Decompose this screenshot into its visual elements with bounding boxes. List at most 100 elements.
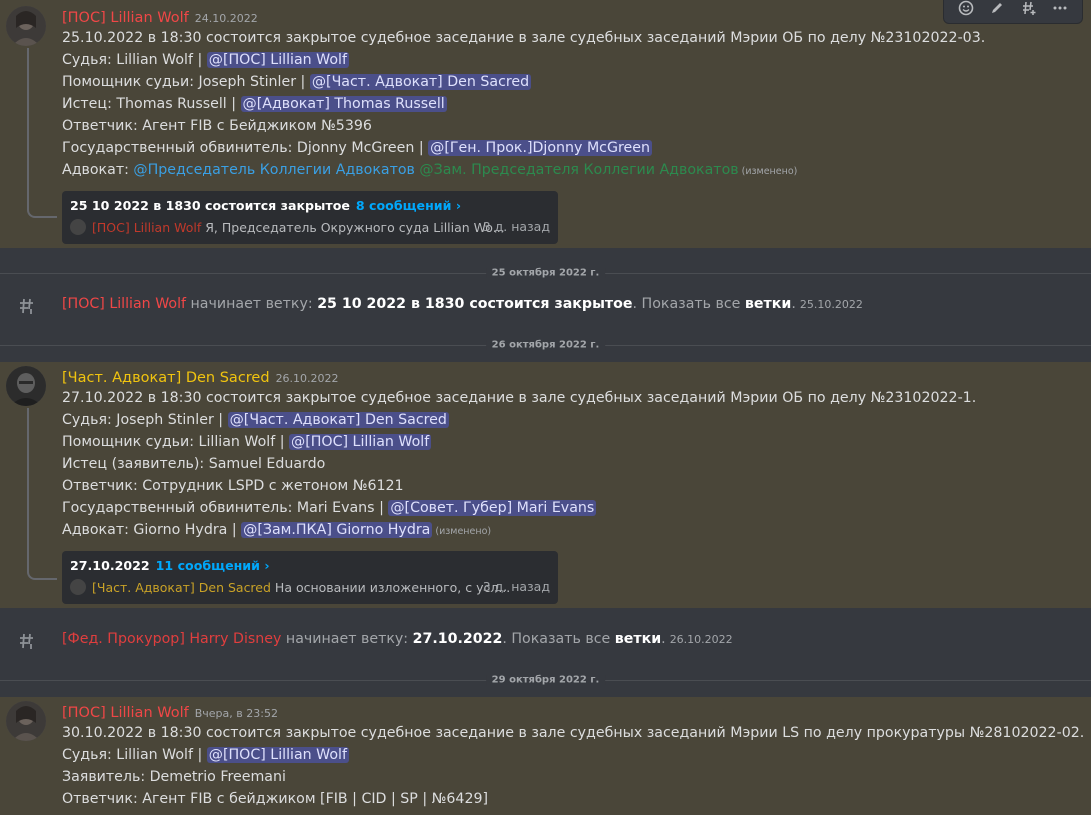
thread-last-author: [Част. Адвокат] Den Sacred — [92, 580, 271, 595]
line-text: 25.10.2022 в 18:30 состоится закрытое су… — [62, 30, 986, 46]
system-action: начинает ветку: — [186, 296, 318, 312]
user-mention[interactable]: @[Адвокат] Thomas Russell — [240, 96, 447, 112]
line-text: Судья: Lillian Wolf | — [62, 52, 207, 68]
timestamp: Вчера, в 23:52 — [194, 707, 278, 720]
thread-name: 25 10 2022 в 1830 состоится закрытое — [70, 198, 350, 213]
create-thread-icon[interactable] — [1019, 0, 1039, 18]
edited-label: (изменено) — [741, 166, 798, 177]
date-divider-label: 26 октября 2022 г. — [485, 339, 606, 351]
thread-last-text: Я, Председатель Окружного суда Lillian W… — [205, 220, 505, 235]
system-message-text: [Фед. Прокурор] Harry Disney начинает ве… — [62, 631, 733, 647]
line-text: Адвокат: Giorno Hydra | — [62, 522, 242, 538]
user-mention[interactable]: @[Част. Адвокат] Den Sacred — [227, 412, 449, 428]
line-text: Заявитель: Demetrio Freemani — [62, 769, 286, 785]
thread-title[interactable]: 27.10.2022 11 сообщений › — [70, 558, 270, 573]
timestamp: 26.10.2022 — [275, 372, 339, 385]
thread-time-ago: 3 д. назад — [482, 579, 550, 594]
line-text: 30.10.2022 в 18:30 состоится закрытое су… — [62, 725, 1085, 741]
threads-link[interactable]: ветки — [745, 296, 791, 312]
system-message-text: [ПОС] Lillian Wolf начинает ветку: 25 10… — [62, 296, 863, 312]
author-name[interactable]: [Фед. Прокурор] Harry Disney — [62, 631, 281, 647]
end-punct: . — [661, 631, 666, 647]
avatar[interactable] — [6, 6, 46, 46]
message-line: Ответчик: Агент FIB с Бейджиком №5396 — [62, 115, 372, 137]
message-line: Заявитель: Demetrio Freemani — [62, 766, 286, 788]
avatar — [70, 219, 86, 235]
message-header: [ПОС] Lillian Wolf 24.10.2022 — [62, 7, 258, 26]
emoji-reaction-icon[interactable] — [956, 0, 976, 18]
user-mention[interactable]: @[Ген. Прок.]Djonny McGreen — [428, 140, 652, 156]
thread-last-author: [ПОС] Lillian Wolf — [92, 220, 202, 235]
thread-message-count[interactable]: 11 сообщений › — [156, 558, 270, 573]
message-line: Ответчик: Агент FIB с бейджиком [FIB | C… — [62, 788, 488, 810]
user-mention[interactable]: @[Част. Адвокат] Den Sacred — [309, 74, 532, 90]
message-line: Адвокат: Giorno Hydra | @[Зам.ПКА] Giorn… — [62, 519, 491, 543]
system-action: начинает ветку: — [281, 631, 413, 647]
avatar[interactable] — [6, 701, 46, 741]
line-text: Адвокат: — [62, 162, 134, 178]
threads-link[interactable]: ветки — [615, 631, 661, 647]
date-divider: 29 октября 2022 г. — [0, 674, 1091, 686]
role-mention[interactable]: @Зам. Председателя Коллегии Адвокатов — [419, 162, 738, 178]
line-text: 27.10.2022 в 18:30 состоится закрытое су… — [62, 390, 977, 406]
line-text: Истец (заявитель): Samuel Eduardo — [62, 456, 326, 472]
line-text: Истец: Thomas Russell | — [62, 96, 241, 112]
thread-last-text: На основании изложенного, с усл... — [274, 580, 511, 595]
user-mention[interactable]: @[Зам.ПКА] Giorno Hydra — [241, 522, 433, 538]
thread-connector — [27, 408, 57, 580]
author-name[interactable]: [ПОС] Lillian Wolf — [62, 10, 189, 26]
role-mention[interactable]: @Председатель Коллегии Адвокатов — [133, 162, 415, 178]
date-divider: 26 октября 2022 г. — [0, 339, 1091, 351]
avatar — [70, 579, 86, 595]
show-all-text: . Показать все — [502, 631, 615, 647]
message-header: [ПОС] Lillian Wolf Вчера, в 23:52 — [62, 702, 278, 721]
author-name[interactable]: [ПОС] Lillian Wolf — [62, 705, 189, 721]
timestamp: 25.10.2022 — [799, 298, 863, 311]
message-line: Судья: Joseph Stinler | @[Част. Адвокат]… — [62, 409, 449, 431]
thread-preview[interactable]: 27.10.2022 11 сообщений › [Част. Адвокат]… — [62, 551, 558, 604]
message-line: Судья: Lillian Wolf | @[ПОС] Lillian Wol… — [62, 744, 349, 766]
line-text: Судья: Joseph Stinler | — [62, 412, 228, 428]
message-toolbar — [943, 0, 1083, 24]
thread-hash-icon — [18, 297, 36, 315]
message-line: Истец: Thomas Russell | @[Адвокат] Thoma… — [62, 93, 447, 115]
end-punct: . — [791, 296, 796, 312]
message-line: Помощник судьи: Lillian Wolf | @[ПОС] Li… — [62, 431, 432, 453]
message-line: Ответчик: Сотрудник LSPD с жетоном №6121 — [62, 475, 404, 497]
message[interactable]: [ПОС] Lillian Wolf Вчера, в 23:52 30.10.2… — [0, 697, 1091, 815]
thread-time-ago: 3 д. назад — [482, 219, 550, 234]
timestamp: 24.10.2022 — [194, 12, 258, 25]
user-mention[interactable]: @[Совет. Губер] Mari Evans — [388, 500, 597, 516]
message[interactable]: [ПОС] Lillian Wolf 24.10.2022 25.10.2022 … — [0, 0, 1091, 248]
message-header: [Част. Адвокат] Den Sacred 26.10.2022 — [62, 367, 339, 386]
thread-last-message: [ПОС] Lillian Wolf Я, Председатель Окруж… — [70, 219, 505, 235]
thread-last-message: [Част. Адвокат] Den Sacred На основании … — [70, 579, 510, 595]
message[interactable]: [Част. Адвокат] Den Sacred 26.10.2022 27.… — [0, 362, 1091, 608]
message-line: 25.10.2022 в 18:30 состоится закрытое су… — [62, 27, 985, 49]
line-text: Ответчик: Агент FIB с Бейджиком №5396 — [62, 118, 372, 134]
more-icon[interactable] — [1050, 0, 1070, 18]
avatar[interactable] — [6, 366, 46, 406]
author-name[interactable]: [Част. Адвокат] Den Sacred — [62, 370, 270, 386]
thread-hash-icon — [18, 632, 36, 650]
thread-preview[interactable]: 25 10 2022 в 1830 состоится закрытое 8 со… — [62, 191, 558, 244]
edit-icon[interactable] — [987, 0, 1007, 18]
message-line: Помощник судьи: Joseph Stinler | @[Част.… — [62, 71, 532, 93]
message-line: Истец (заявитель): Samuel Eduardo — [62, 453, 325, 475]
line-text: Ответчик: Сотрудник LSPD с жетоном №6121 — [62, 478, 404, 494]
message-line: Государственный обвинитель: Djonny McGre… — [62, 137, 652, 159]
thread-link[interactable]: 27.10.2022 — [413, 631, 503, 647]
thread-name: 27.10.2022 — [70, 558, 150, 573]
thread-message-count[interactable]: 8 сообщений › — [356, 198, 461, 213]
user-mention[interactable]: @[ПОС] Lillian Wolf — [206, 747, 349, 763]
thread-title[interactable]: 25 10 2022 в 1830 состоится закрытое 8 со… — [70, 198, 461, 213]
show-all-text: . Показать все — [632, 296, 745, 312]
author-name[interactable]: [ПОС] Lillian Wolf — [62, 296, 186, 312]
user-mention[interactable]: @[ПОС] Lillian Wolf — [289, 434, 432, 450]
date-divider-label: 29 октября 2022 г. — [485, 674, 606, 686]
user-mention[interactable]: @[ПОС] Lillian Wolf — [206, 52, 349, 68]
thread-link[interactable]: 25 10 2022 в 1830 состоится закрытое — [317, 296, 632, 312]
system-message: [Фед. Прокурор] Harry Disney начинает ве… — [0, 623, 1091, 659]
system-message: [ПОС] Lillian Wolf начинает ветку: 25 10… — [0, 288, 1091, 324]
timestamp: 26.10.2022 — [669, 633, 733, 646]
